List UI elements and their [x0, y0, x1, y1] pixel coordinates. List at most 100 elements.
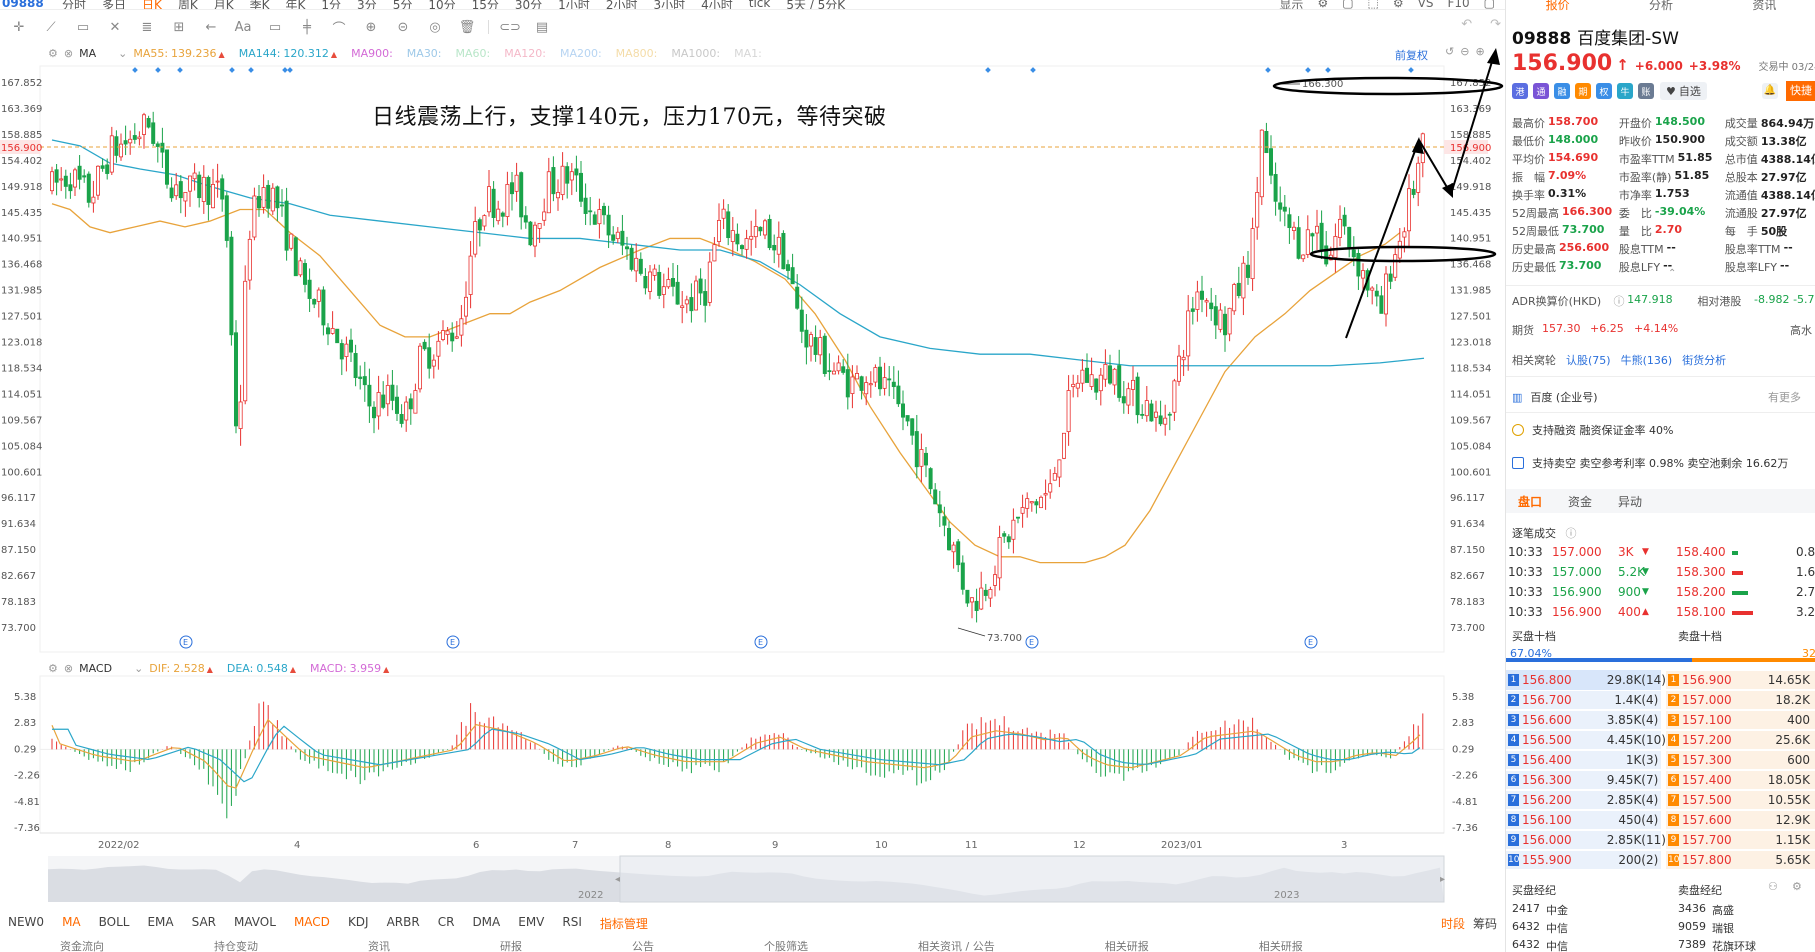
event-dot[interactable] [1325, 67, 1331, 73]
toolbar-tool[interactable]: ▢ [1484, 0, 1495, 9]
event-dot[interactable] [248, 67, 254, 73]
event-dot[interactable] [1030, 67, 1036, 73]
market-badge-icon[interactable]: 牛 [1617, 83, 1633, 99]
event-dot[interactable] [1305, 67, 1311, 73]
macd-close-icon[interactable]: ⊗ [64, 662, 73, 675]
orderbook-row[interactable]: 7 156.200 2.85K(4) 7 157.500 10.55K [1506, 790, 1815, 810]
indicator-tab[interactable]: KDJ [348, 915, 369, 932]
period-tab[interactable]: 5分 [393, 0, 413, 9]
indicator-tab[interactable]: EMA [147, 915, 173, 932]
period-tab[interactable]: 1分 [321, 0, 341, 9]
warrant-link[interactable]: 认股(75) [1566, 352, 1611, 368]
plus-icon[interactable]: ⊕ [1475, 45, 1484, 58]
settings-icon[interactable]: ⚙ [48, 47, 58, 60]
close-icon[interactable]: ⊗ [64, 47, 73, 60]
indicator-tab[interactable]: EMV [518, 915, 544, 932]
market-badge-icon[interactable]: 权 [1596, 83, 1612, 99]
event-dot[interactable] [287, 67, 293, 73]
bottom-tab[interactable]: 公告 [632, 938, 654, 952]
period-tab[interactable]: 3小时 [653, 0, 685, 9]
side-tab[interactable]: 筹码 [1473, 915, 1497, 932]
link-icon[interactable]: ⊂⊃ [499, 17, 521, 37]
period-tab[interactable]: 年K [286, 0, 306, 9]
orderbook-row[interactable]: 9 156.000 2.85K(11) 9 157.700 1.15K [1506, 830, 1815, 850]
magnet-icon[interactable]: ⊕ [360, 17, 382, 37]
bottom-tab[interactable]: 研报 [500, 938, 522, 952]
layout-icon[interactable]: ▤ [531, 17, 553, 37]
market-badge-icon[interactable]: 账 [1638, 83, 1654, 99]
arc-tool-icon[interactable]: ⌒ [328, 17, 350, 37]
text-tool-icon[interactable]: Aa [232, 17, 254, 37]
indicator-tab[interactable]: 指标管理 [600, 915, 648, 932]
minus-icon[interactable]: ⊖ [1460, 45, 1469, 58]
broker-settings-icon[interactable]: ⚙ [1792, 880, 1802, 893]
bottom-tab[interactable]: 持仓变动 [214, 938, 258, 952]
side-tab[interactable]: 时段 [1441, 915, 1465, 932]
toolbar-tool[interactable]: ⚙ [1393, 0, 1404, 9]
add-watchlist-button[interactable]: ♥ 自选 [1660, 82, 1707, 100]
reset-icon[interactable]: ↺ [1445, 45, 1454, 58]
cross-tool-icon[interactable]: ✕ [104, 17, 126, 37]
adjust-mode-button[interactable]: 前复权 [1395, 47, 1428, 63]
toolbar-tool[interactable]: F10 [1447, 0, 1469, 9]
indicator-tab[interactable]: CR [438, 915, 455, 932]
collapse-icon[interactable]: ⌃ [1668, 268, 1676, 279]
flow-tab[interactable]: 盘口 [1518, 493, 1542, 510]
period-tab[interactable]: 30分 [515, 0, 542, 9]
ticks-info-icon[interactable]: ⓘ [1566, 527, 1577, 540]
indicator-tab[interactable]: SAR [192, 915, 216, 932]
indicator-tab[interactable]: MAVOL [234, 915, 276, 932]
orderbook-row[interactable]: 8 156.100 450(4) 8 157.600 12.9K [1506, 810, 1815, 830]
period-tab[interactable]: 多日 [102, 0, 126, 9]
period-tab[interactable]: 季K [250, 0, 270, 9]
macd-legend-name[interactable]: MACD [79, 662, 112, 675]
indicator-tab[interactable]: MACD [294, 915, 330, 932]
undo-icon[interactable]: ↶ [1461, 17, 1472, 32]
period-tab[interactable]: 分时 [62, 0, 86, 9]
flow-tab[interactable]: 异动 [1618, 493, 1642, 510]
ruler-tool-icon[interactable]: ⊞ [168, 17, 190, 37]
period-tab[interactable]: 4小时 [701, 0, 733, 9]
event-dot[interactable] [1408, 67, 1414, 73]
toolbar-tool[interactable]: ⚙ [1317, 0, 1328, 9]
flow-tab[interactable]: 资金 [1568, 493, 1592, 510]
info-icon[interactable]: ⓘ [1614, 293, 1628, 309]
indicator-tab[interactable]: BOLL [99, 915, 130, 932]
indicator-tab[interactable]: NEW0 [8, 915, 44, 932]
lock-tool-icon[interactable]: ⊝ [392, 17, 414, 37]
macd-chevron-down-icon[interactable]: ⌄ [134, 662, 143, 675]
indicator-tab[interactable]: ARBR [387, 915, 420, 932]
bottom-tab[interactable]: 相关资讯 / 公告 [918, 938, 995, 952]
person-icon[interactable]: ⚇ [1768, 880, 1778, 893]
orderbook-row[interactable]: 5 156.400 1K(3) 5 157.300 600 [1506, 750, 1815, 770]
arrow-tool-icon[interactable]: ← [200, 17, 222, 37]
bottom-tab[interactable]: 相关研报 [1259, 938, 1303, 952]
broker-row[interactable]: 6432 中信 7389 花旗环球 [1506, 936, 1815, 952]
trash-icon[interactable]: 🗑 [456, 17, 478, 37]
chevron-down-icon[interactable]: ⌄ [118, 47, 127, 60]
orderbook-row[interactable]: 6 156.300 9.45K(7) 6 157.400 18.05K [1506, 770, 1815, 790]
cbbc-link[interactable]: 牛熊(136) [1621, 352, 1673, 368]
toolbar-tool[interactable]: 显示 [1279, 0, 1303, 9]
bottom-tab[interactable]: 资金流向 [60, 938, 104, 952]
ma-legend-name[interactable]: MA [79, 47, 96, 60]
quote-tab[interactable]: 报价 [1546, 0, 1570, 12]
indicator-tab[interactable]: MA [62, 915, 81, 932]
orderbook-row[interactable]: 3 156.600 3.85K(4) 3 157.100 400 [1506, 710, 1815, 730]
period-tab[interactable]: 3分 [357, 0, 377, 9]
period-tab[interactable]: 15分 [472, 0, 499, 9]
event-dot[interactable] [1265, 67, 1271, 73]
line-tool-icon[interactable]: ⟋ [40, 17, 62, 37]
street-analysis-link[interactable]: 街货分析 [1682, 352, 1726, 368]
macd-settings-icon[interactable]: ⚙ [48, 662, 58, 675]
period-tab[interactable]: 日K [142, 0, 162, 9]
kline-chart[interactable]: 167.852 163.369 158.885 154.402 149.918 145.4… [0, 0, 1505, 952]
market-badge-icon[interactable]: 港 [1512, 83, 1528, 99]
company-row[interactable]: ▥ 百度 (企业号) 有更多 [1512, 389, 1815, 405]
navigator-window[interactable] [619, 855, 1445, 903]
quote-tab[interactable]: 资讯 [1752, 0, 1776, 12]
rect-tool-icon[interactable]: ▭ [72, 17, 94, 37]
indicator-tab[interactable]: RSI [562, 915, 582, 932]
toolbar-tool[interactable]: ⬚ [1368, 0, 1379, 9]
market-badge-icon[interactable]: 融 [1554, 83, 1570, 99]
